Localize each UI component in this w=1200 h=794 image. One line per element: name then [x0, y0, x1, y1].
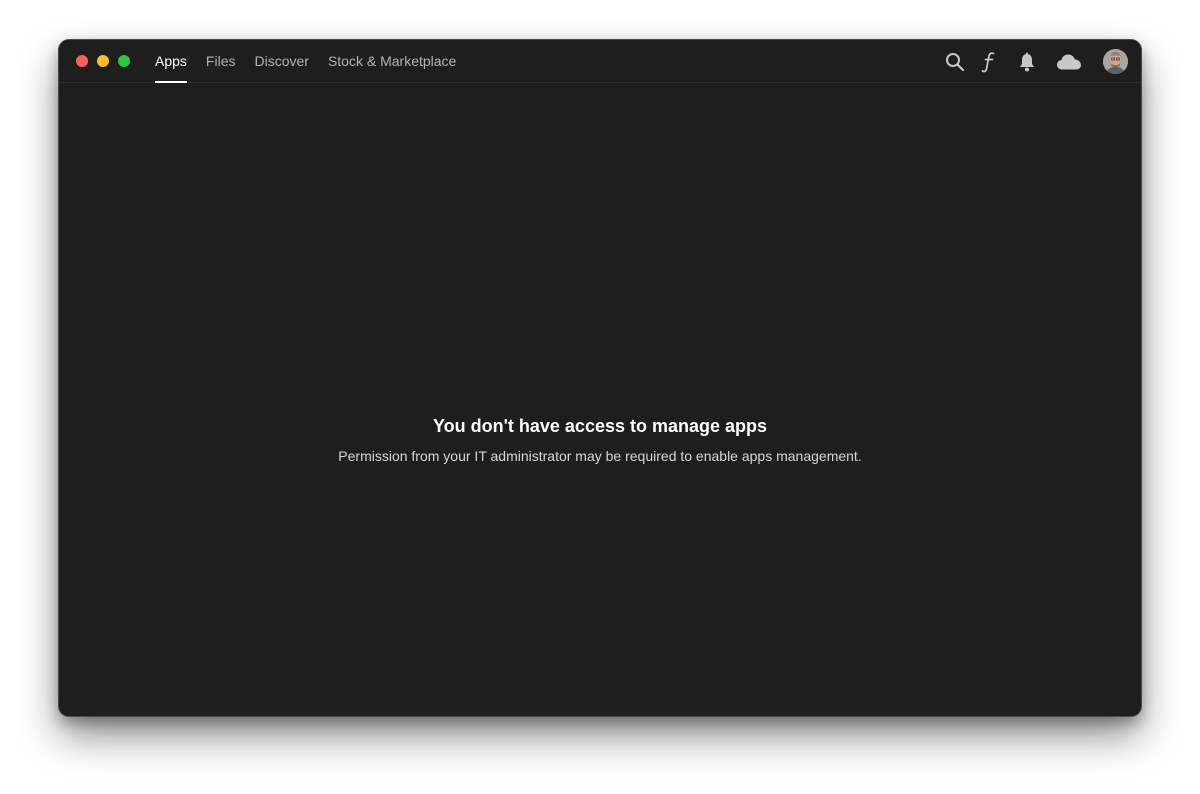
- fonts-button[interactable]: [977, 50, 1001, 74]
- cloud-icon: [1057, 54, 1081, 70]
- no-access-description: Permission from your IT administrator ma…: [338, 448, 862, 464]
- tab-files[interactable]: Files: [206, 40, 236, 83]
- main-tabs: Apps Files Discover Stock & Marketplace: [155, 40, 475, 83]
- close-window-button[interactable]: [76, 55, 88, 67]
- cloud-sync-button[interactable]: [1055, 50, 1083, 74]
- search-button[interactable]: [943, 50, 967, 74]
- bell-icon: [1020, 52, 1034, 72]
- user-photo-icon: [1103, 49, 1128, 74]
- minimize-window-button[interactable]: [97, 55, 109, 67]
- tab-stock-marketplace[interactable]: Stock & Marketplace: [328, 40, 456, 83]
- main-content: You don't have access to manage apps Per…: [59, 83, 1141, 716]
- title-bar: Apps Files Discover Stock & Marketplace: [59, 40, 1141, 83]
- fonts-icon: [981, 52, 995, 73]
- app-window: Apps Files Discover Stock & Marketplace: [59, 40, 1141, 716]
- avatar[interactable]: [1103, 49, 1128, 74]
- no-access-title: You don't have access to manage apps: [432, 416, 768, 436]
- tab-discover[interactable]: Discover: [254, 40, 308, 83]
- maximize-window-button[interactable]: [118, 55, 130, 67]
- notifications-button[interactable]: [1015, 50, 1039, 74]
- search-icon: [946, 53, 965, 72]
- tab-apps[interactable]: Apps: [155, 40, 187, 83]
